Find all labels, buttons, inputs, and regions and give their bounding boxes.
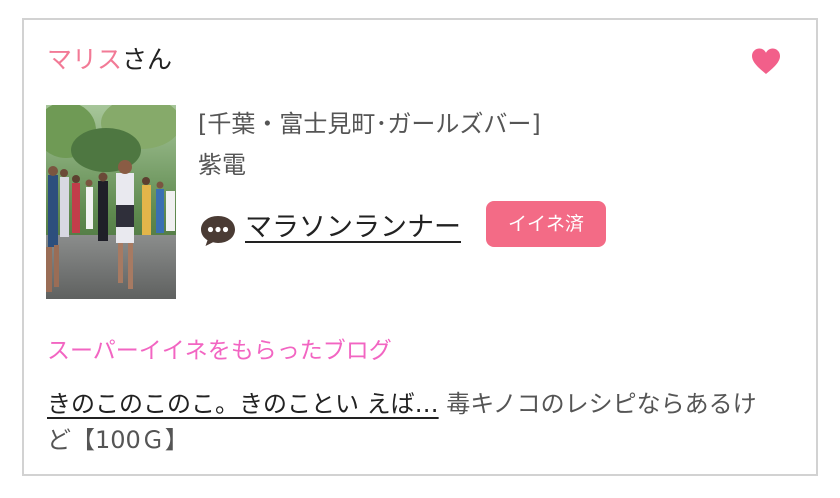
user-name[interactable]: マリス (47, 45, 122, 74)
user-line: マリスさん (47, 44, 172, 76)
shop-info: [千葉・富士見町･ガールズバー] (198, 110, 541, 138)
super-like-post: きのこのこのこ。きのことい えば… 毒キノコのレシピならあるけど【100Ｇ】 (47, 386, 767, 458)
blog-title-link[interactable]: マラソンランナー (245, 210, 461, 246)
blog-like-card: マリスさん [千葉・富士見町･ガールズバー] 紫電 マラソンランナー イイネ済 … (22, 18, 818, 476)
user-honorific: さん (122, 45, 173, 74)
heart-icon[interactable] (751, 47, 781, 77)
super-like-heading: スーパーイイネをもらったブログ (47, 338, 392, 364)
liked-badge[interactable]: イイネ済 (486, 201, 606, 247)
girl-name: 紫電 (198, 151, 246, 179)
super-like-post-link[interactable]: きのこのこのこ。きのことい えば… (47, 390, 439, 418)
speech-bubble-icon (201, 216, 235, 246)
profile-photo[interactable] (46, 105, 176, 299)
